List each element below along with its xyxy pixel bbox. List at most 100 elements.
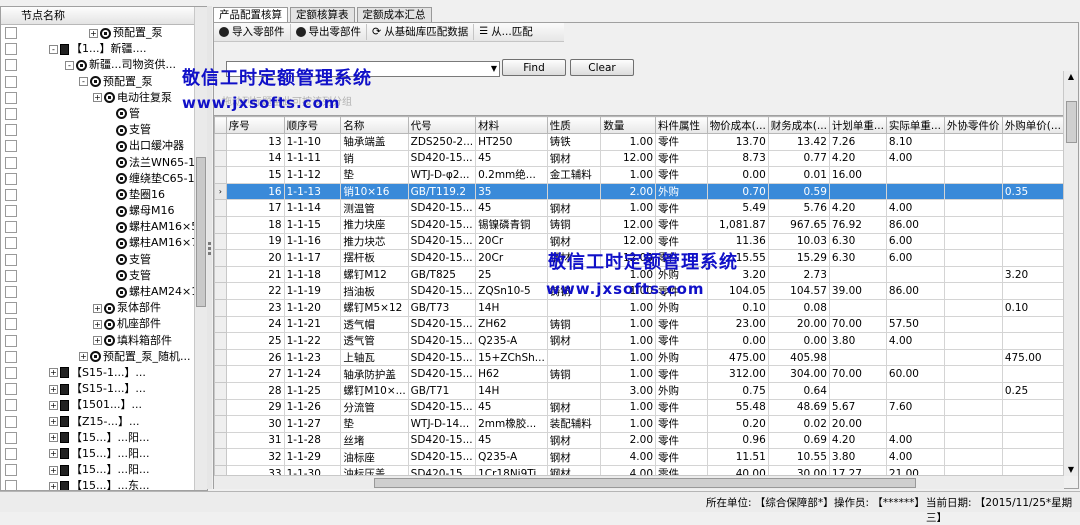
table-cell[interactable]: 27 (225, 365, 285, 383)
table-cell[interactable]: 48.69 (767, 398, 830, 417)
table-cell[interactable]: 4.00 (885, 431, 945, 450)
row-selector[interactable] (214, 348, 227, 367)
table-cell[interactable] (828, 265, 887, 284)
row-selector[interactable] (214, 232, 227, 251)
table-cell[interactable]: SD420-15... (407, 365, 477, 383)
table-cell[interactable]: 0.64 (767, 381, 830, 400)
find-button[interactable]: Find (502, 59, 566, 76)
table-cell[interactable]: 86.00 (885, 215, 945, 234)
tree-node[interactable]: 螺柱AM24×130 (105, 284, 207, 300)
table-cell[interactable] (943, 398, 1003, 417)
table-cell[interactable]: SD420-15... (407, 282, 477, 300)
table-cell[interactable]: SD420-15... (407, 232, 477, 251)
table-cell[interactable]: 1-1-11 (283, 149, 342, 168)
table-cell[interactable] (943, 199, 1003, 217)
tree-node[interactable]: - 【1...】新疆.... (49, 41, 146, 57)
tree-node-row[interactable]: + 【15...】...阳... (1, 446, 207, 462)
tree-node-row[interactable]: 垫圈16 (1, 187, 207, 203)
expand-icon[interactable]: + (49, 384, 58, 394)
tree-node-row[interactable]: + 【1501...】... (1, 397, 207, 413)
table-cell[interactable]: 45 (475, 398, 548, 417)
table-cell[interactable]: 16.00 (828, 166, 887, 184)
table-cell[interactable]: 31 (225, 431, 285, 450)
table-cell[interactable] (828, 182, 887, 201)
table-cell[interactable]: 1.00 (600, 348, 657, 367)
tree-node[interactable]: 螺柱AM16×75 (105, 235, 205, 251)
export-parts-button[interactable]: 导出零部件 (291, 24, 367, 40)
table-cell[interactable]: 1-1-10 (283, 133, 342, 151)
tab-product-config[interactable]: 产品配置核算 (213, 7, 288, 23)
tab-quota-cost-summary[interactable]: 定额成本汇总 (356, 7, 432, 22)
column-header[interactable]: 物价成本(... (706, 116, 769, 134)
table-cell[interactable] (885, 166, 945, 184)
tree-checkbox[interactable] (5, 188, 17, 201)
table-cell[interactable] (1001, 215, 1064, 234)
tree-node[interactable]: 垫圈16 (105, 187, 165, 203)
table-cell[interactable]: 104.57 (767, 282, 830, 300)
table-cell[interactable]: 19 (225, 232, 285, 251)
tree-node[interactable]: + 预配置_泵 (89, 25, 163, 41)
table-cell[interactable]: 0.00 (767, 332, 830, 350)
table-cell[interactable]: 8.10 (885, 133, 945, 151)
table-cell[interactable]: 7.60 (885, 398, 945, 417)
table-cell[interactable]: 钢材 (546, 199, 602, 217)
table-cell[interactable]: 22 (225, 282, 285, 300)
table-cell[interactable] (885, 298, 945, 317)
table-cell[interactable]: 1.00 (600, 332, 657, 350)
tree-node[interactable]: + 【15...】...阳... (49, 430, 149, 446)
table-cell[interactable]: 外购 (655, 298, 708, 317)
tree-node-row[interactable]: + 【15...】...东... (1, 478, 207, 490)
tree-checkbox[interactable] (5, 399, 17, 412)
table-cell[interactable]: 17 (225, 199, 285, 217)
table-cell[interactable]: 26 (225, 348, 285, 367)
table-cell[interactable]: 金工辅料 (546, 166, 602, 184)
match-other-button[interactable]: ☰ 从...匹配 (474, 24, 537, 40)
table-cell[interactable]: 0.20 (706, 415, 769, 433)
table-cell[interactable]: 铸铜 (546, 365, 602, 383)
table-cell[interactable]: 1-1-23 (283, 348, 342, 367)
column-header[interactable]: 序号 (225, 116, 285, 134)
clear-button[interactable]: Clear (570, 59, 634, 76)
table-cell[interactable]: GB/T825 (407, 265, 477, 284)
table-cell[interactable]: 20.00 (828, 415, 887, 433)
column-header[interactable]: 性质 (546, 116, 602, 134)
table-cell[interactable]: 12.00 (600, 215, 657, 234)
table-cell[interactable]: 轴承端盖 (340, 133, 409, 151)
table-cell[interactable]: 14 (225, 149, 285, 168)
table-cell[interactable]: 5.76 (767, 199, 830, 217)
tree-node[interactable]: 支管 (105, 268, 151, 284)
row-selector[interactable] (214, 215, 227, 234)
tree-checkbox[interactable] (5, 140, 17, 153)
tree-checkbox[interactable] (5, 302, 17, 315)
tree-node-row[interactable]: + 【15...】...阳... (1, 430, 207, 446)
table-cell[interactable]: 1-1-26 (283, 398, 342, 417)
column-header[interactable]: 外协零件价 (943, 116, 1003, 134)
table-cell[interactable]: 0.35 (1001, 182, 1064, 201)
table-cell[interactable]: SD420-15... (407, 348, 477, 367)
table-cell[interactable]: 0.69 (767, 431, 830, 450)
tree-node[interactable]: + 填料箱部件 (93, 333, 172, 349)
table-cell[interactable] (943, 149, 1003, 168)
table-cell[interactable]: 2.73 (767, 265, 830, 284)
table-cell[interactable]: 3.20 (1001, 265, 1064, 284)
table-cell[interactable]: 6.30 (828, 249, 887, 267)
table-cell[interactable]: 475.00 (706, 348, 769, 367)
table-cell[interactable]: 0.96 (706, 431, 769, 450)
tree-node-row[interactable]: 法兰WN65-15... (1, 155, 207, 171)
table-cell[interactable]: 零件 (655, 133, 708, 151)
column-header[interactable]: 实际单重... (885, 116, 945, 134)
table-cell[interactable]: 铸铁 (546, 133, 602, 151)
scroll-down-icon[interactable]: ▼ (1064, 464, 1078, 476)
tree-checkbox[interactable] (5, 269, 17, 282)
table-cell[interactable]: GB/T71 (407, 381, 477, 400)
table-cell[interactable]: 1-1-25 (283, 381, 342, 400)
table-cell[interactable] (885, 182, 945, 201)
table-cell[interactable]: 零件 (655, 365, 708, 383)
tree-checkbox[interactable] (5, 464, 17, 477)
table-cell[interactable]: 1-1-20 (283, 298, 342, 317)
collapse-icon[interactable]: - (79, 77, 88, 87)
table-cell[interactable]: 4.00 (885, 199, 945, 217)
row-selector[interactable] (214, 166, 227, 184)
chevron-down-icon[interactable]: ▼ (491, 64, 497, 73)
table-cell[interactable]: 3.80 (828, 332, 887, 350)
